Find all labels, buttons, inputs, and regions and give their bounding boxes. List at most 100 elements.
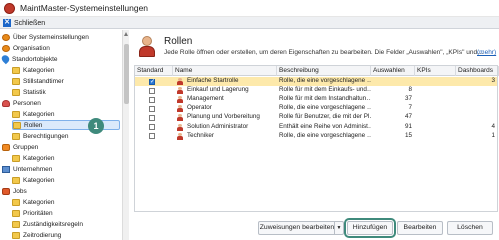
selections-count: 91: [404, 122, 412, 130]
chevron-down-icon[interactable]: ▼: [334, 222, 343, 234]
role-icon: [177, 87, 183, 95]
edit-button[interactable]: Bearbeiten: [397, 221, 443, 235]
gear-icon: [2, 44, 10, 52]
role-name: Techniker: [187, 131, 214, 139]
role-description: Enthält eine Reihe von Administ…: [279, 122, 371, 130]
sidebar-item[interactable]: Organisation: [2, 43, 50, 53]
sidebar-item[interactable]: Statistik: [12, 87, 46, 97]
more-link[interactable]: (mehr): [477, 49, 496, 56]
table-row[interactable]: Operator Rolle, die eine vorgeschlagene ……: [135, 104, 497, 113]
role-name: Management: [187, 95, 224, 103]
sidebar-item-label: Organisation: [13, 44, 50, 52]
delete-button[interactable]: Löschen: [447, 221, 493, 235]
close-button[interactable]: ✕ Schließen: [3, 18, 45, 28]
standard-checkbox[interactable]: [149, 114, 155, 121]
role-name: Solution Administrator: [187, 122, 249, 130]
folder-icon: [12, 209, 20, 217]
close-label: Schließen: [14, 19, 46, 27]
sidebar-item[interactable]: Gruppen: [2, 142, 38, 152]
column-header[interactable]: Name: [173, 66, 277, 76]
column-header[interactable]: Auswahlen: [371, 66, 415, 76]
standard-checkbox[interactable]: [149, 96, 155, 103]
folder-icon: [12, 110, 20, 118]
app-logo-icon: [4, 3, 15, 14]
sidebar-item[interactable]: Jobs: [2, 186, 27, 196]
main-panel: Rollen Jede Rolle öffnen oder erstellen,…: [131, 30, 499, 240]
sidebar-item-label: Gruppen: [13, 143, 39, 151]
role-icon: [177, 96, 183, 104]
standard-checkbox[interactable]: [149, 133, 155, 140]
standard-checkbox[interactable]: [149, 78, 155, 85]
column-header[interactable]: KPIs: [415, 66, 456, 76]
edit-assignments-label: Zuweisungen bearbeiten: [259, 224, 335, 231]
kpis-count: [415, 113, 456, 122]
dashboards-count: [456, 86, 498, 95]
step-callout-badge: 1: [88, 118, 104, 134]
sidebar-item-label: Berechtigungen: [23, 132, 69, 140]
sidebar-item[interactable]: Stillstandtimer: [12, 76, 64, 86]
sidebar-item[interactable]: Personen: [2, 98, 41, 108]
dashboards-count: [456, 113, 498, 122]
sidebar-item[interactable]: Unternehmen: [2, 164, 52, 174]
sidebar-item[interactable]: Zuständigkeitsregeln: [12, 219, 83, 229]
gear-icon: [2, 33, 10, 41]
sidebar-item[interactable]: Kategorien: [12, 175, 54, 185]
sidebar-item-label: Zuständigkeitsregeln: [23, 220, 83, 228]
add-button[interactable]: Hinzufügen: [344, 218, 396, 238]
kpis-count: [415, 132, 456, 141]
sidebar-item-label: Kategorien: [23, 198, 55, 206]
column-header[interactable]: Beschreibung: [277, 66, 371, 76]
selections-count: 47: [404, 113, 412, 121]
folder-icon: [12, 132, 20, 140]
table-row[interactable]: Einfache Startrolle Rolle, die eine vorge…: [135, 77, 497, 86]
window-title: MaintMaster-Systemeinstellungen: [20, 3, 149, 13]
sidebar-item-label: Kategorien: [23, 154, 55, 162]
sidebar-item[interactable]: Berechtigungen: [12, 131, 69, 141]
sidebar-item-label: Prioritäten: [23, 209, 53, 217]
page-title: Rollen: [164, 36, 193, 47]
sidebar-item-label: Stillstandtimer: [23, 77, 64, 85]
role-icon: [177, 114, 183, 122]
jobs-icon: [2, 187, 10, 195]
folder-icon: [13, 121, 21, 129]
kpis-count: [415, 95, 456, 104]
role-name: Einkauf und Lagerung: [187, 86, 249, 94]
scroll-up-arrow-icon[interactable]: [124, 32, 128, 36]
column-header[interactable]: Standard: [135, 66, 173, 76]
standard-checkbox[interactable]: [149, 105, 155, 112]
scrollbar-thumb[interactable]: [124, 44, 129, 104]
person-icon: [2, 99, 10, 107]
sidebar-item[interactable]: Standortobjekte: [0, 53, 58, 65]
standard-checkbox[interactable]: [149, 87, 155, 94]
sidebar-item[interactable]: Kategorien: [12, 197, 54, 207]
folder-icon: [12, 88, 20, 96]
role-description: Rolle für Benutzer, die mit der Pl…: [279, 113, 371, 121]
sidebar-item-label: Standortobjekte: [12, 55, 58, 63]
table-row[interactable]: Planung und Vorbereitung Rolle für Benutz…: [135, 113, 497, 122]
role-description: Rolle, die eine vorgeschlagene …: [279, 104, 371, 112]
role-description: Rolle für mit dem Einkaufs- und…: [279, 86, 371, 94]
edit-assignments-button[interactable]: Zuweisungen bearbeiten ▼: [258, 221, 344, 235]
sidebar-item[interactable]: Prioritäten: [12, 208, 53, 218]
selections-count: 8: [408, 86, 412, 94]
dashboards-count: [456, 104, 498, 113]
sidebar-item[interactable]: Kategorien: [12, 153, 54, 163]
kpis-count: [415, 123, 456, 132]
sidebar-item-label: Personen: [13, 99, 41, 107]
table-row[interactable]: Management Rolle für mit dem Instandhaltu…: [135, 95, 497, 104]
dashboards-count: 1: [491, 131, 495, 139]
selections-count: 37: [404, 95, 412, 103]
sidebar-item[interactable]: Kategorien: [12, 65, 54, 75]
standard-checkbox[interactable]: [149, 124, 155, 130]
folder-icon: [12, 198, 20, 206]
table-row[interactable]: Einkauf und Lagerung Rolle für mit dem Ei…: [135, 86, 497, 95]
table-row[interactable]: Solution Administrator Enthält eine Reihe…: [135, 123, 497, 132]
roles-person-icon: [137, 36, 157, 58]
column-header[interactable]: Dashboards: [456, 66, 499, 76]
table-header: Standard Name Beschreibung Auswahlen KPIs Das…: [135, 66, 499, 76]
table-row[interactable]: Techniker Rolle, die eine vorgeschlagene …: [135, 132, 497, 141]
sidebar-item[interactable]: Zeitrodierung: [12, 230, 61, 240]
sidebar-item[interactable]: Über Systemeinstellungen: [2, 32, 89, 42]
sidebar-scrollbar[interactable]: [122, 30, 129, 240]
sidebar-item[interactable]: Kategorien: [12, 109, 54, 119]
